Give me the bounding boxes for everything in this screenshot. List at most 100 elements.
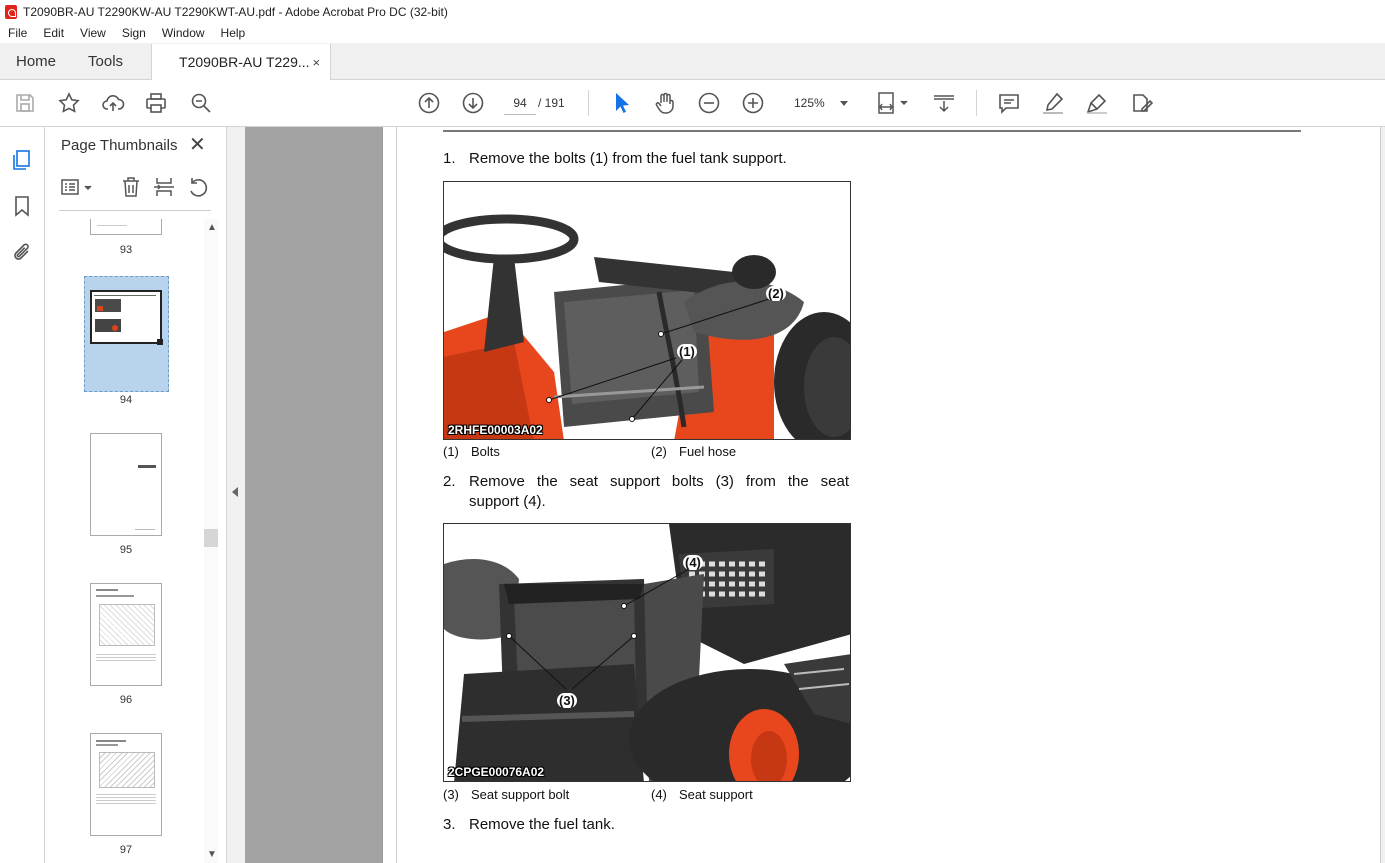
callout-label: (4) xyxy=(683,555,703,570)
delete-page-icon[interactable] xyxy=(119,175,143,199)
menu-help[interactable]: Help xyxy=(213,26,254,40)
step-1: 1. Remove the bolts (1) from the fuel tan… xyxy=(443,150,787,167)
thumbnail-page-94[interactable] xyxy=(90,290,163,345)
scrollbar-thumb[interactable] xyxy=(204,529,218,547)
rotate-page-icon[interactable] xyxy=(186,175,210,199)
tab-document-label: T2090BR-AU T229... xyxy=(179,54,310,70)
close-panel-icon[interactable]: ✕ xyxy=(189,135,206,155)
thumbnail-page-96[interactable] xyxy=(90,583,162,686)
bookmarks-icon[interactable] xyxy=(11,195,33,217)
step-text: Remove the fuel tank. xyxy=(469,816,615,833)
menu-view[interactable]: View xyxy=(72,26,114,40)
caption-text: Seat support xyxy=(679,787,753,802)
caption-number: (1) xyxy=(443,444,459,459)
step-number: 1. xyxy=(443,150,456,167)
caption-number: (4) xyxy=(651,787,667,802)
options-menu-icon[interactable] xyxy=(59,175,95,199)
zoom-level-select[interactable]: 125% xyxy=(786,91,852,115)
step-text: support (4). xyxy=(469,493,546,510)
menu-edit[interactable]: Edit xyxy=(35,26,72,40)
collapse-panel-icon[interactable] xyxy=(232,487,238,497)
caption-text: Fuel hose xyxy=(679,444,737,459)
step-text: Remove the seat support bolts (3) from t… xyxy=(469,473,849,490)
thumbnail-scrollbar[interactable]: ▲ ▼ xyxy=(204,219,218,863)
step-2-continued: support (4). xyxy=(469,493,546,510)
previous-page-icon[interactable] xyxy=(417,91,441,115)
tab-home[interactable]: Home xyxy=(0,43,72,79)
page-number-input[interactable]: 94 xyxy=(504,91,536,115)
bookmark-star-icon[interactable] xyxy=(57,91,81,115)
tab-bar: Home Tools T2090BR-AU T229... × xyxy=(0,43,1385,80)
next-page-icon[interactable] xyxy=(461,91,485,115)
caption-item: (4) Seat support xyxy=(651,787,753,802)
fill-sign-icon[interactable] xyxy=(1129,91,1153,115)
panel-title: Page Thumbnails xyxy=(61,137,178,154)
step-number: 2. xyxy=(443,473,456,490)
zoom-level-value: 125% xyxy=(794,96,825,110)
step-3: 3. Remove the fuel tank. xyxy=(443,816,615,833)
vertical-scrollbar[interactable] xyxy=(1380,127,1385,863)
callout-label: (1) xyxy=(677,344,697,359)
leader-lines xyxy=(506,568,690,690)
menu-window[interactable]: Window xyxy=(154,26,213,40)
select-cursor-icon[interactable] xyxy=(609,91,633,115)
toolbar-divider xyxy=(588,90,589,116)
scroll-down-icon[interactable]: ▼ xyxy=(207,849,217,860)
scroll-up-icon[interactable]: ▲ xyxy=(207,222,217,233)
thumbnail-page-97[interactable] xyxy=(90,733,162,836)
panel-splitter[interactable] xyxy=(227,127,245,863)
caption-item: (1) Bolts xyxy=(443,444,500,459)
caption-text: Bolts xyxy=(471,444,500,459)
toolbar: 94 / 191 125% xyxy=(0,80,1385,127)
caption-text: Seat support bolt xyxy=(471,787,570,802)
tab-tools[interactable]: Tools xyxy=(72,43,139,79)
print-icon[interactable] xyxy=(144,91,168,115)
caption-number: (2) xyxy=(651,444,667,459)
figure-fuel-tank: (2) (1) 2RHFE00003A02 xyxy=(443,181,851,440)
thumbnail-label: 96 xyxy=(119,694,133,706)
thumbnail-label: 93 xyxy=(119,244,133,256)
thumbnail-page-93[interactable] xyxy=(90,219,162,235)
zoom-in-icon[interactable] xyxy=(741,91,765,115)
menu-sign[interactable]: Sign xyxy=(114,26,154,40)
tab-document[interactable]: T2090BR-AU T229... × xyxy=(151,44,332,80)
callout-label: (2) xyxy=(766,286,786,301)
window-title: T2090BR-AU T2290KW-AU T2290KWT-AU.pdf - … xyxy=(23,4,448,19)
caption-item: (2) Fuel hose xyxy=(651,444,736,459)
left-tool-rail xyxy=(0,127,45,863)
close-tab-icon[interactable]: × xyxy=(312,55,320,70)
toolbar-divider xyxy=(976,90,977,116)
zoom-out-icon[interactable] xyxy=(697,91,721,115)
page-thumbnails-icon[interactable] xyxy=(11,149,33,171)
section-rule xyxy=(443,130,1301,132)
step-text: Remove the bolts (1) from the fuel tank … xyxy=(469,150,787,167)
highlight-pen-icon[interactable] xyxy=(1041,91,1065,115)
step-2: 2. Remove the seat support bolts (3) from… xyxy=(443,473,850,490)
attachments-icon[interactable] xyxy=(11,241,33,263)
insert-page-icon[interactable] xyxy=(152,175,176,199)
comment-icon[interactable] xyxy=(997,91,1021,115)
save-icon[interactable] xyxy=(13,91,37,115)
caption-item: (3) Seat support bolt xyxy=(443,787,569,802)
menu-bar: File Edit View Sign Window Help xyxy=(0,23,1385,43)
thumbnail-label: 94 xyxy=(119,394,133,406)
page-total: / 191 xyxy=(538,96,565,110)
page-margin-line xyxy=(396,127,397,863)
draw-sign-icon[interactable] xyxy=(1085,91,1109,115)
viewport-background xyxy=(245,127,382,863)
leader-lines xyxy=(546,298,770,422)
figure-code: 2CPGE00076A02 xyxy=(448,765,545,779)
upload-cloud-icon[interactable] xyxy=(101,91,125,115)
thumbnail-tools xyxy=(45,175,227,205)
find-zoom-icon[interactable] xyxy=(189,91,213,115)
thumbnail-page-95[interactable] xyxy=(90,433,162,536)
thumbnail-label: 95 xyxy=(119,544,133,556)
menu-file[interactable]: File xyxy=(0,26,35,40)
scroll-mode-icon[interactable] xyxy=(932,91,956,115)
callout-label: (3) xyxy=(557,693,577,708)
page-fit-icon[interactable] xyxy=(876,91,912,115)
hand-tool-icon[interactable] xyxy=(653,91,677,115)
title-bar: T2090BR-AU T2290KW-AU T2290KWT-AU.pdf - … xyxy=(0,0,1385,23)
figure-code: 2RHFE00003A02 xyxy=(448,423,543,437)
step-number: 3. xyxy=(443,816,456,833)
